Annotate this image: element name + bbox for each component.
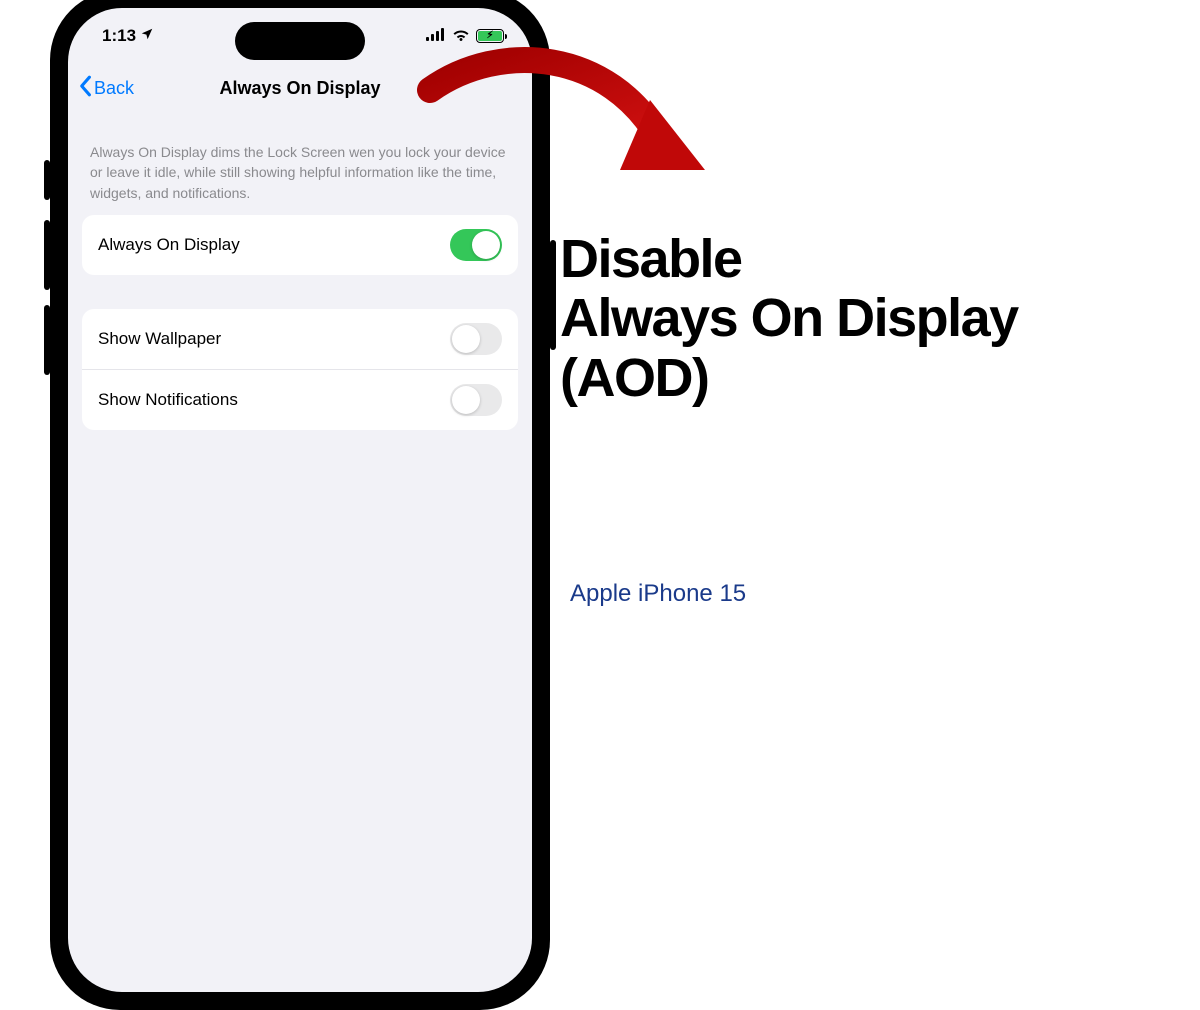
toggle-switch[interactable]: [450, 229, 502, 261]
phone-frame: 1:13 ⚡︎: [50, 0, 550, 1010]
phone-power-button: [550, 240, 556, 350]
phone-side-button: [44, 160, 50, 200]
headline-line: Always On Display: [560, 289, 1018, 348]
phone-screen: 1:13 ⚡︎: [68, 8, 532, 992]
toggle-switch[interactable]: [450, 384, 502, 416]
setting-label: Always On Display: [98, 235, 240, 255]
status-time: 1:13: [102, 26, 136, 46]
dynamic-island: [235, 22, 365, 60]
nav-bar: Back Always On Display: [68, 64, 532, 112]
headline: Disable Always On Display (AOD): [560, 230, 1018, 408]
toggle-switch[interactable]: [450, 323, 502, 355]
section-description: Always On Display dims the Lock Screen w…: [68, 112, 532, 215]
location-icon: [140, 26, 154, 46]
headline-line: (AOD): [560, 349, 1018, 408]
wifi-icon: [452, 26, 470, 46]
setting-row-show-notifications[interactable]: Show Notifications: [82, 369, 518, 430]
device-label: Apple iPhone 15: [570, 580, 746, 608]
setting-label: Show Wallpaper: [98, 329, 221, 349]
back-label: Back: [94, 78, 134, 99]
back-button[interactable]: Back: [78, 75, 134, 102]
settings-group: Show Wallpaper Show Notifications: [82, 309, 518, 430]
cellular-icon: [426, 26, 446, 46]
phone-volume-up-button: [44, 220, 50, 290]
chevron-left-icon: [78, 75, 92, 102]
setting-label: Show Notifications: [98, 390, 238, 410]
headline-line: Disable: [560, 230, 1018, 289]
page-title: Always On Display: [68, 78, 532, 99]
setting-row-always-on-display[interactable]: Always On Display: [82, 215, 518, 275]
battery-icon: ⚡︎: [476, 29, 504, 43]
battery-charging-icon: ⚡︎: [486, 31, 493, 41]
setting-row-show-wallpaper[interactable]: Show Wallpaper: [82, 309, 518, 369]
phone-volume-down-button: [44, 305, 50, 375]
settings-group: Always On Display: [82, 215, 518, 275]
